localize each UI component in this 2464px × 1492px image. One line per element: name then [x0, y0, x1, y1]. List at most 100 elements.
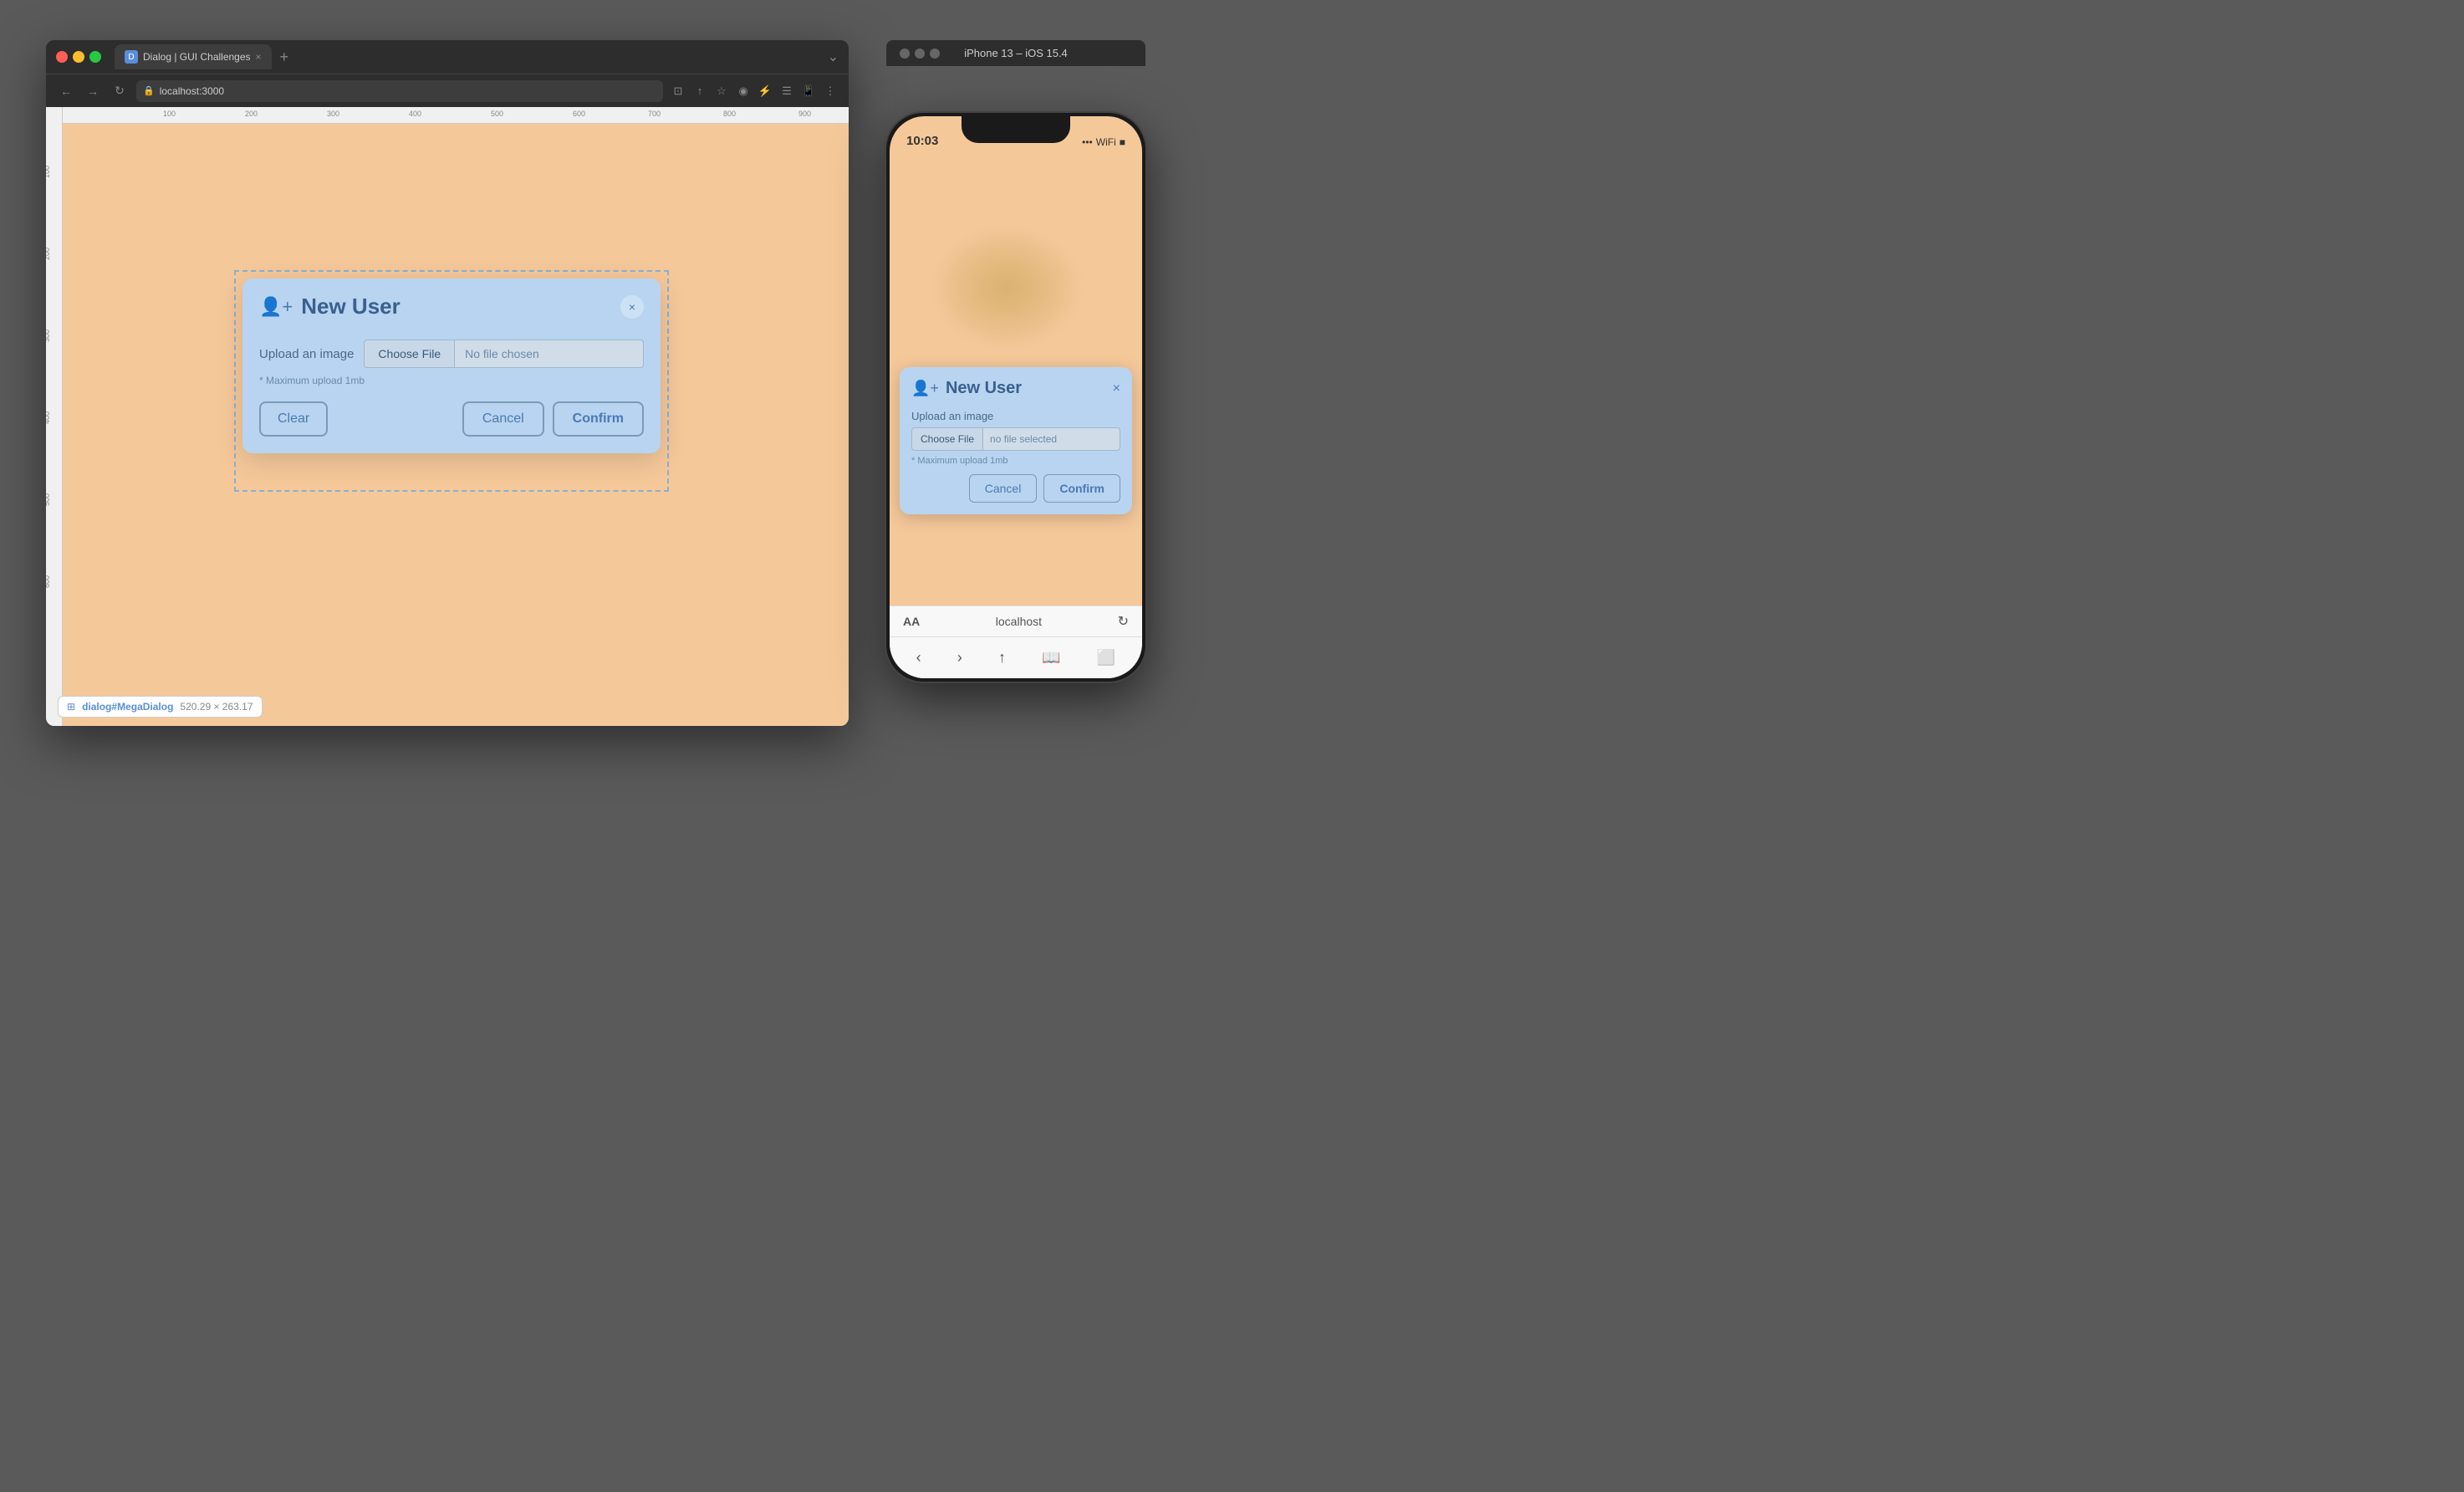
device-icon[interactable]: 📱 — [800, 83, 817, 100]
element-size: 520.29 × 263.17 — [180, 701, 253, 713]
battery-icon: ■ — [1120, 136, 1125, 148]
bookmark-icon[interactable]: ☆ — [713, 83, 730, 100]
upload-row: Upload an image Choose File No file chos… — [259, 340, 644, 368]
phone-upload-label: Upload an image — [911, 410, 1120, 422]
safari-url-text[interactable]: localhost — [928, 615, 1109, 628]
ruler-tick-700: 700 — [648, 110, 661, 118]
maximize-traffic-light[interactable] — [89, 51, 101, 63]
phone-dialog-title: New User — [946, 379, 1106, 398]
window-controls[interactable]: ⌄ — [828, 49, 839, 65]
phone-dialog-header: 👤+ New User × — [900, 367, 1132, 406]
more-icon[interactable]: ⋮ — [822, 83, 839, 100]
no-file-text: No file chosen — [455, 340, 644, 368]
phone-dialog-footer: Cancel Confirm — [911, 474, 1120, 503]
phone-no-file-text: no file selected — [983, 427, 1120, 451]
browser-toolbar: ← → ↻ 🔒 localhost:3000 ⊡ ↑ ☆ ◉ ⚡ ☰ 📱 ⋮ — [46, 74, 849, 107]
ruler-tick-v-500: 500 — [46, 493, 51, 506]
cast-icon[interactable]: ⊡ — [670, 83, 686, 100]
wifi-icon: WiFi — [1096, 136, 1116, 148]
ruler-tick-v-200: 200 — [46, 248, 51, 260]
dialog-title: New User — [301, 294, 612, 319]
safari-tabs-btn[interactable]: ⬜ — [1090, 642, 1122, 673]
safari-reload-btn[interactable]: ↻ — [1118, 613, 1129, 630]
phone-notch — [962, 116, 1070, 143]
address-text: localhost:3000 — [160, 85, 224, 97]
ruler-tick-v-400: 400 — [46, 411, 51, 424]
cancel-button[interactable]: Cancel — [462, 401, 544, 437]
tab-close-btn[interactable]: × — [256, 51, 262, 63]
back-button[interactable]: ← — [56, 81, 76, 101]
choose-file-button[interactable]: Choose File — [364, 340, 455, 368]
new-tab-btn[interactable]: + — [275, 49, 294, 66]
ruler-tick-500: 500 — [491, 110, 503, 118]
phone-dialog-body: Upload an image Choose File no file sele… — [900, 406, 1132, 514]
reload-button[interactable]: ↻ — [110, 81, 130, 101]
dialog-box: 👤+ New User × Upload an image Choose Fil… — [242, 278, 661, 453]
dialog-close-button[interactable]: × — [620, 295, 644, 319]
ruler-tick-v-600: 600 — [46, 575, 51, 588]
browser-window: D Dialog | GUI Challenges × + ⌄ ← → ↻ 🔒 … — [46, 40, 849, 726]
grid-icon: ⊞ — [67, 701, 75, 713]
browser-titlebar: D Dialog | GUI Challenges × + ⌄ — [46, 40, 849, 74]
element-selector: dialog#MegaDialog — [82, 701, 173, 713]
dialog-footer: Clear Cancel Confirm — [259, 398, 644, 437]
active-tab[interactable]: D Dialog | GUI Challenges × — [115, 44, 272, 69]
phone-background-blob — [940, 233, 1074, 342]
element-info-bar: ⊞ dialog#MegaDialog 520.29 × 263.17 — [58, 696, 263, 718]
tab-strip-icon[interactable]: ☰ — [778, 83, 795, 100]
safari-forward-btn[interactable]: › — [951, 642, 969, 673]
ruler-tick-900: 900 — [798, 110, 811, 118]
extensions-icon[interactable]: ⚡ — [757, 83, 773, 100]
address-bar[interactable]: 🔒 localhost:3000 — [136, 80, 663, 102]
phone-choose-file-btn[interactable]: Choose File — [911, 427, 983, 451]
dialog-body: Upload an image Choose File No file chos… — [242, 331, 661, 453]
safari-back-btn[interactable]: ‹ — [910, 642, 928, 673]
phone-confirm-btn[interactable]: Confirm — [1043, 474, 1120, 503]
phone-safari-nav: ‹ › ↑ 📖 ⬜ — [890, 636, 1142, 678]
profile-icon[interactable]: ◉ — [735, 83, 752, 100]
toolbar-actions: ⊡ ↑ ☆ ◉ ⚡ ☰ 📱 ⋮ — [670, 83, 839, 100]
ruler-tick-v-300: 300 — [46, 330, 51, 342]
content-viewport: 👤+ New User × Upload an image Choose Fil… — [63, 124, 849, 726]
tab-title: Dialog | GUI Challenges — [143, 51, 251, 63]
browser-content: 100 200 300 400 500 600 700 800 900 100 … — [46, 107, 849, 726]
phone-tl-green — [930, 49, 940, 59]
share-icon[interactable]: ↑ — [691, 83, 708, 100]
confirm-button[interactable]: Confirm — [553, 401, 644, 437]
ruler-tick-100: 100 — [163, 110, 176, 118]
ruler-tick-400: 400 — [409, 110, 421, 118]
tab-favicon: D — [125, 50, 138, 64]
phone-time: 10:03 — [906, 134, 938, 148]
minimize-traffic-light[interactable] — [73, 51, 84, 63]
close-traffic-light[interactable] — [56, 51, 68, 63]
ruler-horizontal: 100 200 300 400 500 600 700 800 900 — [46, 107, 849, 124]
forward-button[interactable]: → — [83, 81, 103, 101]
phone-cancel-btn[interactable]: Cancel — [969, 474, 1038, 503]
ruler-tick-600: 600 — [573, 110, 585, 118]
phone-tl-red — [900, 49, 910, 59]
upload-label: Upload an image — [259, 347, 354, 361]
phone-user-icon: 👤+ — [911, 380, 939, 397]
ruler-tick-v-100: 100 — [46, 166, 51, 178]
phone-upload-hint: * Maximum upload 1mb — [911, 456, 1120, 466]
signal-icon: ••• — [1082, 136, 1093, 148]
phone-tl-yellow — [915, 49, 925, 59]
safari-aa-label[interactable]: AA — [903, 615, 920, 628]
ruler-tick-800: 800 — [723, 110, 736, 118]
phone-screen: 10:03 ••• WiFi ■ 👤+ New User × Upload an… — [890, 116, 1142, 678]
phone-dialog: 👤+ New User × Upload an image Choose Fil… — [900, 367, 1132, 514]
phone-dialog-close-btn[interactable]: × — [1113, 381, 1120, 396]
safari-bookmarks-btn[interactable]: 📖 — [1035, 642, 1067, 673]
ruler-tick-200: 200 — [245, 110, 258, 118]
phone-file-row: Choose File no file selected — [911, 427, 1120, 451]
phone-title-label: iPhone 13 – iOS 15.4 — [964, 47, 1068, 59]
ruler-tick-300: 300 — [327, 110, 339, 118]
lock-icon: 🔒 — [143, 85, 155, 96]
dialog-header: 👤+ New User × — [242, 278, 661, 331]
phone-traffic-lights — [900, 49, 940, 59]
phone-safari-url-bar: AA localhost ↻ — [890, 605, 1142, 636]
clear-button[interactable]: Clear — [259, 401, 328, 437]
phone-status-icons: ••• WiFi ■ — [1082, 136, 1125, 148]
tab-bar: D Dialog | GUI Challenges × + — [115, 44, 821, 69]
safari-share-btn[interactable]: ↑ — [992, 642, 1013, 673]
